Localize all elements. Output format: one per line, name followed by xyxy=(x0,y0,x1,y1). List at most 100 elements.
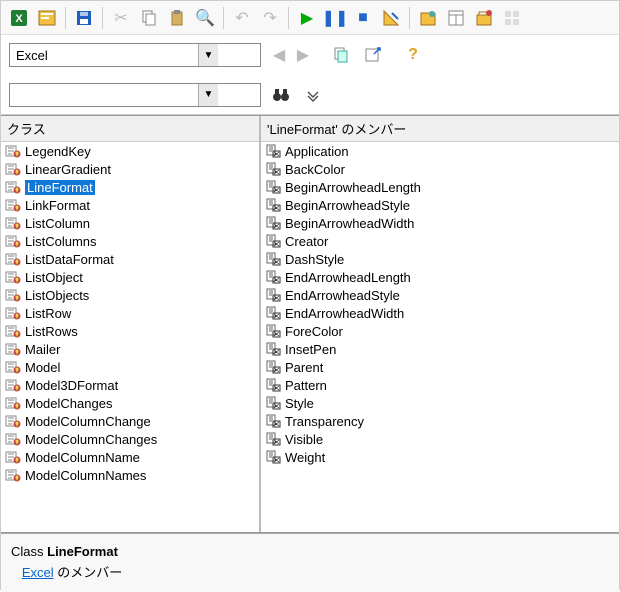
member-item[interactable]: BeginArrowheadWidth xyxy=(261,214,619,232)
help-icon[interactable]: ? xyxy=(401,43,425,67)
member-item[interactable]: DashStyle xyxy=(261,250,619,268)
class-keyword: Class xyxy=(11,544,47,559)
search-combo[interactable]: ▼ xyxy=(9,83,261,107)
member-item[interactable]: ForeColor xyxy=(261,322,619,340)
class-item[interactable]: ModelColumnChange xyxy=(1,412,259,430)
classes-header: クラス xyxy=(1,116,259,142)
classes-pane: クラス LegendKeyLinearGradientLineFormatLin… xyxy=(1,116,261,532)
member-item[interactable]: Application xyxy=(261,142,619,160)
class-item[interactable]: ListObject xyxy=(1,268,259,286)
pause-icon[interactable]: ❚❚ xyxy=(323,6,347,30)
binoculars-icon[interactable] xyxy=(269,83,293,107)
member-label: Pattern xyxy=(285,378,327,393)
member-label: ForeColor xyxy=(285,324,343,339)
class-item[interactable]: LegendKey xyxy=(1,142,259,160)
chevron-down-icon[interactable]: ▼ xyxy=(198,44,218,66)
class-icon xyxy=(5,233,21,249)
search-input[interactable] xyxy=(10,84,198,106)
class-item[interactable]: LinearGradient xyxy=(1,160,259,178)
show-search-results-icon[interactable] xyxy=(301,83,325,107)
library-link[interactable]: Excel xyxy=(22,565,54,580)
class-icon xyxy=(5,179,21,195)
member-label: Parent xyxy=(285,360,323,375)
stop-icon[interactable]: ■ xyxy=(351,6,375,30)
class-item[interactable]: ListObjects xyxy=(1,286,259,304)
svg-text:X: X xyxy=(15,13,23,25)
class-label: Model xyxy=(25,360,60,375)
class-item[interactable]: ModelColumnChanges xyxy=(1,430,259,448)
members-list[interactable]: Application BackColor BeginArrowheadLength… xyxy=(261,142,619,532)
classes-list[interactable]: LegendKeyLinearGradientLineFormatLinkFor… xyxy=(1,142,259,532)
class-item[interactable]: ListColumn xyxy=(1,214,259,232)
member-item[interactable]: Pattern xyxy=(261,376,619,394)
property-icon xyxy=(265,377,281,393)
member-label: BeginArrowheadLength xyxy=(285,180,421,195)
class-item[interactable]: Model xyxy=(1,358,259,376)
chevron-down-icon[interactable]: ▼ xyxy=(198,84,218,106)
property-icon xyxy=(265,251,281,267)
undo-icon: ↶ xyxy=(230,6,254,30)
toolbox-icon[interactable] xyxy=(472,6,496,30)
class-item[interactable]: Mailer xyxy=(1,340,259,358)
class-icon xyxy=(5,287,21,303)
class-item[interactable]: ListRows xyxy=(1,322,259,340)
copy-icon[interactable] xyxy=(137,6,161,30)
member-item[interactable]: BeginArrowheadLength xyxy=(261,178,619,196)
member-item[interactable]: BeginArrowheadStyle xyxy=(261,196,619,214)
property-icon xyxy=(265,197,281,213)
member-item[interactable]: BackColor xyxy=(261,160,619,178)
class-item[interactable]: LineFormat xyxy=(1,178,259,196)
class-label: LegendKey xyxy=(25,144,91,159)
class-item[interactable]: Model3DFormat xyxy=(1,376,259,394)
member-item[interactable]: Transparency xyxy=(261,412,619,430)
member-item[interactable]: EndArrowheadStyle xyxy=(261,286,619,304)
view-form-icon[interactable] xyxy=(35,6,59,30)
class-item[interactable]: LinkFormat xyxy=(1,196,259,214)
nav-back-icon: ◀ xyxy=(269,43,289,67)
cut-icon: ✂ xyxy=(109,6,133,30)
design-mode-icon[interactable] xyxy=(379,6,403,30)
member-item[interactable]: EndArrowheadLength xyxy=(261,268,619,286)
member-item[interactable]: Visible xyxy=(261,430,619,448)
member-label: EndArrowheadWidth xyxy=(285,306,404,321)
class-item[interactable]: ListRow xyxy=(1,304,259,322)
tab-order-icon xyxy=(500,6,524,30)
member-label: EndArrowheadStyle xyxy=(285,288,400,303)
property-icon xyxy=(265,215,281,231)
project-explorer-icon[interactable] xyxy=(416,6,440,30)
class-label: ModelColumnChanges xyxy=(25,432,157,447)
copy-to-clipboard-icon[interactable] xyxy=(329,43,353,67)
library-input[interactable] xyxy=(10,44,198,66)
view-definition-icon[interactable] xyxy=(361,43,385,67)
property-icon xyxy=(265,449,281,465)
class-label: ModelColumnName xyxy=(25,450,140,465)
member-item[interactable]: Parent xyxy=(261,358,619,376)
members-header: 'LineFormat' のメンバー xyxy=(261,116,619,142)
class-icon xyxy=(5,395,21,411)
member-item[interactable]: Creator xyxy=(261,232,619,250)
class-item[interactable]: ModelColumnNames xyxy=(1,466,259,484)
class-item[interactable]: ModelChanges xyxy=(1,394,259,412)
library-combo[interactable]: ▼ xyxy=(9,43,261,67)
save-icon[interactable] xyxy=(72,6,96,30)
property-icon xyxy=(265,233,281,249)
member-label: Application xyxy=(285,144,349,159)
member-item[interactable]: Weight xyxy=(261,448,619,466)
class-item[interactable]: ListColumns xyxy=(1,232,259,250)
class-label: ModelColumnChange xyxy=(25,414,151,429)
class-label: ListColumns xyxy=(25,234,97,249)
class-item[interactable]: ListDataFormat xyxy=(1,250,259,268)
excel-app-icon[interactable]: X xyxy=(7,6,31,30)
run-icon[interactable]: ▶ xyxy=(295,6,319,30)
class-icon xyxy=(5,305,21,321)
member-item[interactable]: EndArrowheadWidth xyxy=(261,304,619,322)
property-icon xyxy=(265,323,281,339)
member-item[interactable]: InsetPen xyxy=(261,340,619,358)
properties-window-icon[interactable] xyxy=(444,6,468,30)
class-item[interactable]: ModelColumnName xyxy=(1,448,259,466)
class-icon xyxy=(5,215,21,231)
class-icon xyxy=(5,431,21,447)
member-item[interactable]: Style xyxy=(261,394,619,412)
property-icon xyxy=(265,143,281,159)
member-label: BackColor xyxy=(285,162,345,177)
